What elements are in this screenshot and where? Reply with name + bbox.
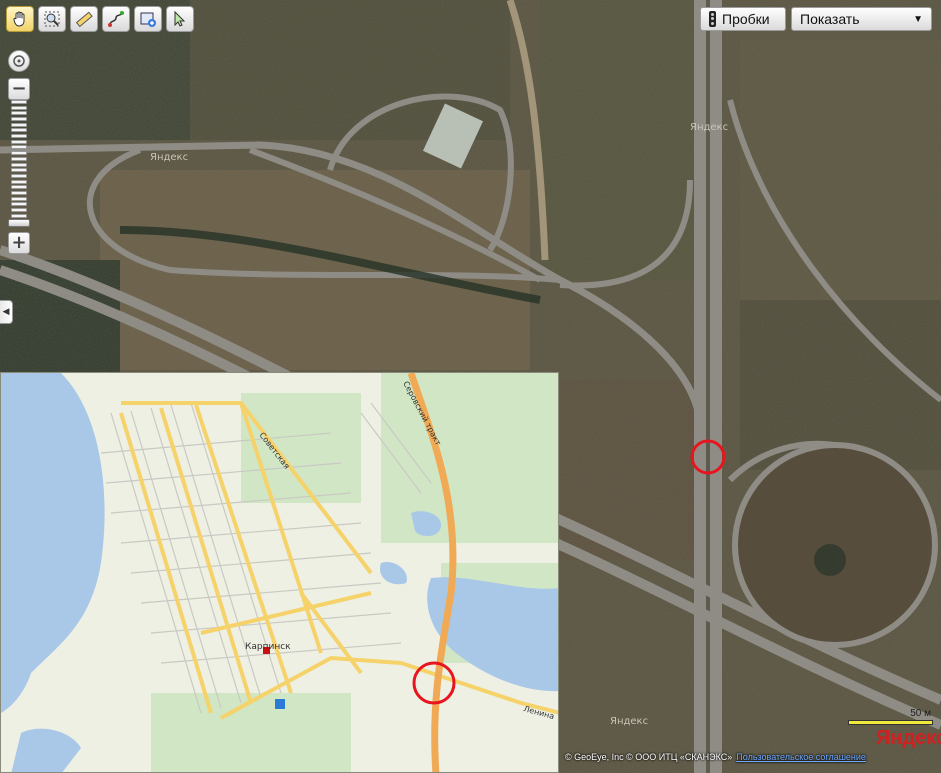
add-object-icon <box>140 12 156 27</box>
map-watermark: Яндекс <box>610 716 648 727</box>
copyright-text: © GeoEye, Inc © ООО ИТЦ «СКАНЭКС» Пользов… <box>565 752 866 762</box>
scale-bar: 50 м <box>848 708 933 728</box>
ruler-tool-button[interactable] <box>70 6 98 32</box>
zoom-tick[interactable] <box>11 207 27 212</box>
scale-bar-graphic <box>848 720 933 725</box>
magnifier-icon <box>44 11 60 27</box>
map-watermark: Яндекс <box>690 122 728 133</box>
yandex-logo: Яндекс <box>876 727 941 749</box>
hand-tool-button[interactable] <box>6 6 34 32</box>
zoom-tick[interactable] <box>11 185 27 190</box>
zoom-tick[interactable] <box>11 139 27 144</box>
add-object-tool-button[interactable] <box>134 6 162 32</box>
select-tool-button[interactable] <box>166 6 194 32</box>
side-panel-toggle[interactable]: ◀ <box>0 300 13 324</box>
copyright-label: © GeoEye, Inc © ООО ИТЦ «СКАНЭКС» <box>565 752 733 762</box>
layer-select-label: Показать <box>800 11 860 27</box>
ruler-icon <box>75 11 93 28</box>
zoom-tick[interactable] <box>11 156 27 161</box>
zoom-tick[interactable] <box>11 122 27 127</box>
zoom-tick[interactable] <box>11 105 27 110</box>
zoom-tick[interactable] <box>11 162 27 167</box>
zoom-tick[interactable] <box>11 128 27 133</box>
zoom-tick[interactable] <box>11 168 27 173</box>
hand-icon <box>13 11 25 27</box>
chevron-left-icon: ◀ <box>2 307 10 317</box>
layer-select[interactable]: Показать ▼ <box>791 7 932 31</box>
magnifier-tool-button[interactable] <box>38 6 66 32</box>
zoom-tick[interactable] <box>11 202 27 207</box>
compass-icon <box>13 55 25 67</box>
zoom-tick[interactable] <box>11 100 27 104</box>
zoom-tick[interactable] <box>11 111 27 116</box>
traffic-button-label: Пробки <box>722 11 770 27</box>
chevron-down-icon: ▼ <box>913 13 923 25</box>
user-agreement-link[interactable]: Пользовательское соглашение <box>736 752 866 762</box>
zoom-tick[interactable] <box>11 173 27 178</box>
inset-label: Карпинск <box>245 642 291 652</box>
zoom-tick[interactable] <box>11 196 27 201</box>
zoom-tick[interactable] <box>11 151 27 156</box>
zoom-tick[interactable] <box>11 134 27 139</box>
map-watermark: Яндекс <box>150 152 188 163</box>
poi-icon <box>275 699 285 709</box>
traffic-light-icon <box>709 11 716 27</box>
zoom-tick[interactable] <box>11 213 27 218</box>
zoom-out-button[interactable]: − <box>8 78 30 100</box>
traffic-button[interactable]: Пробки <box>700 7 786 31</box>
cursor-icon <box>174 10 186 27</box>
inset-map-graphic: Карпинск Серовский тракт Советская Ленин… <box>1 373 558 772</box>
locate-button[interactable] <box>8 50 30 72</box>
zoom-slider-thumb[interactable] <box>8 218 30 227</box>
scale-label: 50 м <box>910 708 931 719</box>
zoom-control: − + <box>8 50 30 254</box>
map-toolbar <box>6 6 194 32</box>
inset-map: Карпинск Серовский тракт Советская Ленин… <box>0 372 559 773</box>
zoom-tick[interactable] <box>11 190 27 195</box>
map-viewport[interactable]: Яндекс Яндекс Яндекс − + Пробки Показать… <box>0 0 941 773</box>
zoom-tick[interactable] <box>11 145 27 150</box>
zoom-tick[interactable] <box>11 117 27 122</box>
zoom-tick[interactable] <box>11 179 27 184</box>
route-tool-button[interactable] <box>102 6 130 32</box>
route-icon <box>108 11 124 27</box>
zoom-in-button[interactable]: + <box>8 232 30 254</box>
